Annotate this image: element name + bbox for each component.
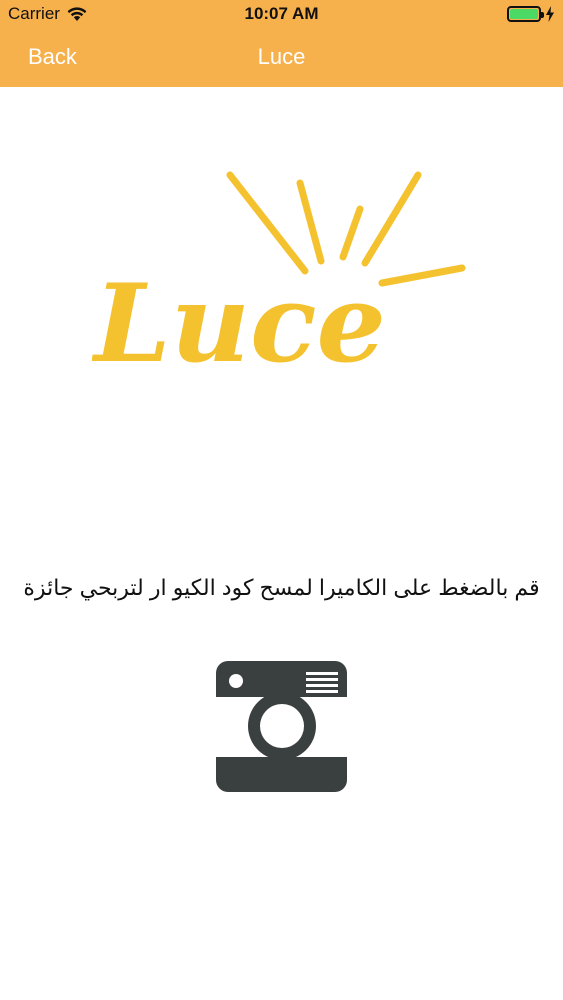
battery-fill	[510, 9, 538, 19]
navigation-bar: Back Luce	[0, 30, 563, 87]
logo-text: Luce	[92, 261, 386, 380]
bolt-icon	[546, 6, 554, 22]
status-time: 10:07 AM	[244, 4, 319, 23]
camera-icon	[216, 661, 347, 792]
camera-button[interactable]	[216, 661, 347, 792]
battery-group	[507, 6, 555, 22]
luce-logo: Luce	[92, 171, 466, 380]
instruction-text: قم بالضغط على الكاميرا لمسح كود الكيو ار…	[23, 575, 540, 600]
battery-icon	[507, 6, 544, 22]
status-bar: Carrier 10:07 AM	[0, 0, 563, 30]
top-bar: Carrier 10:07 AM Back Luce	[0, 0, 563, 87]
nav-title: Luce	[257, 44, 306, 69]
